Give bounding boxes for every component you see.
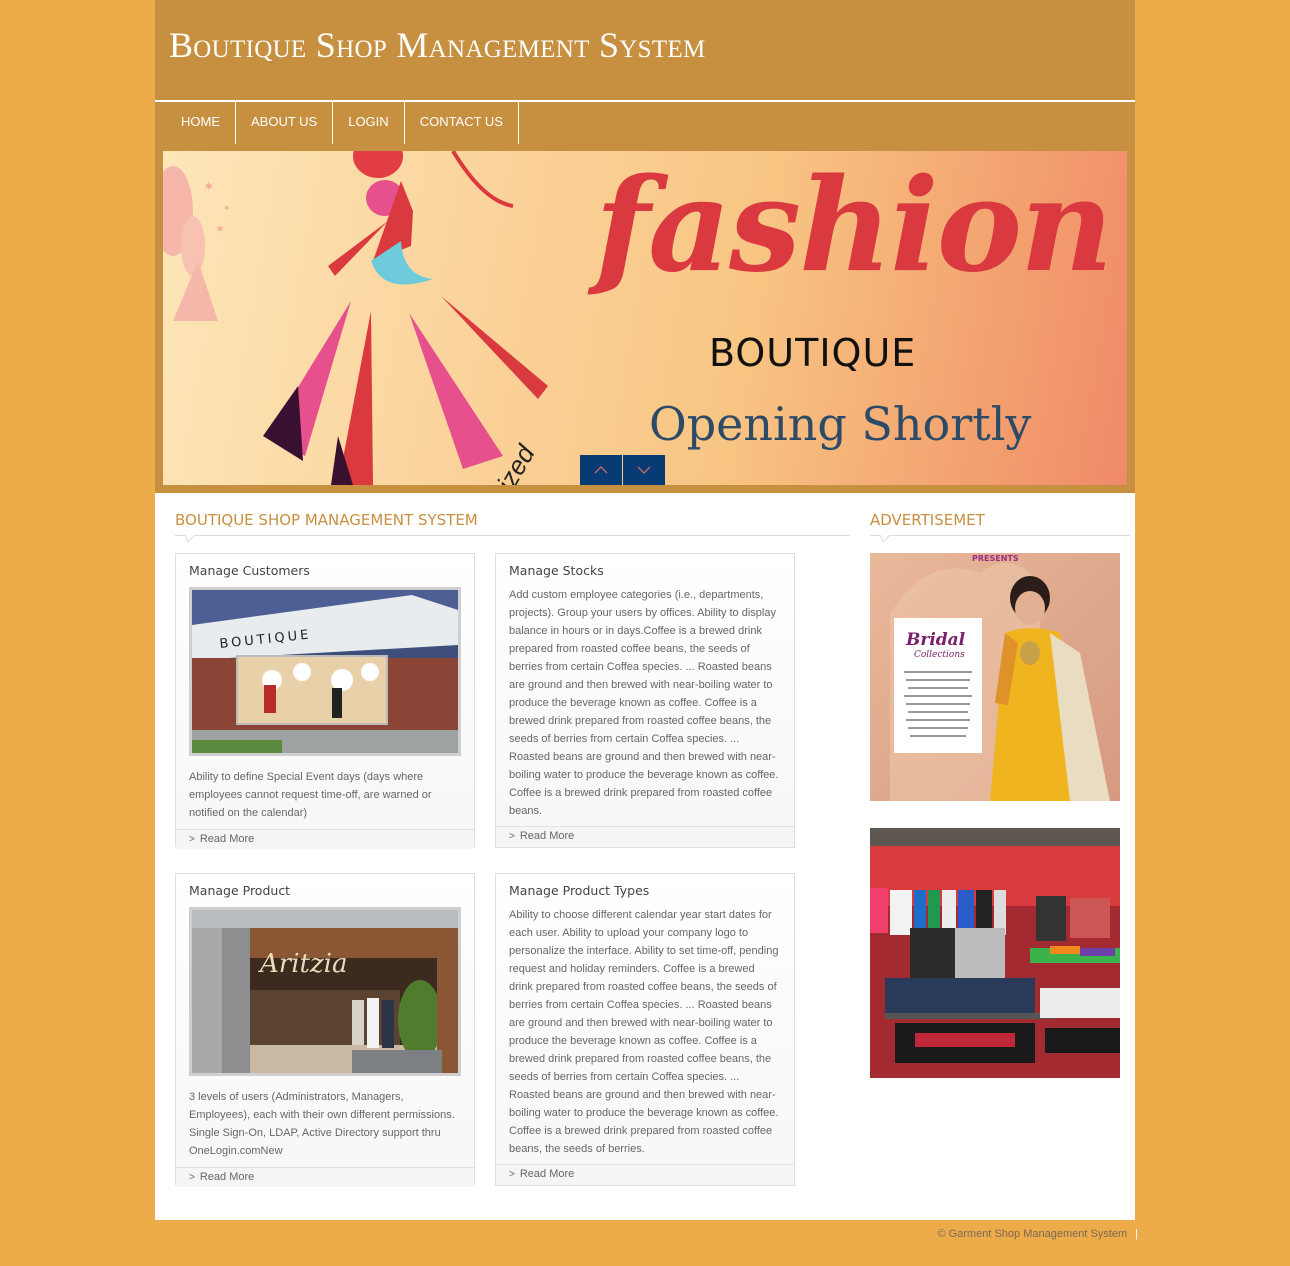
banner-tagline: Opening Shortly	[649, 397, 1032, 451]
main-content: BOUTIQUE SHOP MANAGEMENT SYSTEM Manage C…	[155, 493, 1135, 1220]
nav-login[interactable]: LOGIN	[333, 102, 405, 144]
fashion-figure-illustration: ✶ ✶ ✶ ized	[163, 151, 548, 485]
svg-text:✶: ✶	[223, 203, 231, 213]
boutique-storefront-image: BOUTIQUE	[189, 587, 461, 756]
panel-manage-stocks: Manage Stocks Add custom employee catego…	[495, 553, 795, 848]
chevron-right-icon: >	[509, 1169, 515, 1180]
panel-description: Add custom employee categories (i.e., de…	[509, 589, 779, 817]
panel-title: Manage Product	[189, 883, 291, 898]
panel-manage-product: Manage Product Aritzia 3 levels of users…	[175, 873, 475, 1187]
ad-store-interior[interactable]	[870, 828, 1120, 1078]
panel-manage-product-types: Manage Product Types Ability to choose d…	[495, 873, 795, 1186]
banner-subtitle: BOUTIQUE	[709, 331, 917, 375]
panel-description: 3 levels of users (Administrators, Manag…	[189, 1091, 455, 1157]
slider-controls	[580, 455, 665, 485]
read-more-link[interactable]: > Read More	[176, 1167, 474, 1187]
main-nav: HOME ABOUT US LOGIN CONTACT US	[155, 100, 1135, 144]
banner-holder: ✶ ✶ ✶ ized fashion BOUTIQUE Opening Shor…	[155, 144, 1135, 493]
svg-text:ized: ized	[491, 439, 542, 485]
banner-slider: ✶ ✶ ✶ ized fashion BOUTIQUE Opening Shor…	[163, 151, 1127, 485]
nav-contact-us[interactable]: CONTACT US	[405, 102, 519, 144]
svg-text:✶: ✶	[215, 222, 225, 236]
store-interior-image: Aritzia	[189, 907, 461, 1076]
svg-text:✶: ✶	[203, 178, 215, 194]
panel-description: Ability to define Special Event days (da…	[189, 771, 432, 819]
ad-heading: Bridal	[905, 630, 966, 650]
footer-copyright: © Garment Shop Management System	[937, 1228, 1128, 1240]
site-title: Boutique Shop Management System	[169, 25, 706, 65]
footer: © Garment Shop Management System |	[937, 1228, 1138, 1240]
ad-presents: PRESENTS	[972, 554, 1019, 563]
read-more-link[interactable]: > Read More	[496, 1164, 794, 1184]
section-divider	[175, 535, 850, 536]
page-wrapper: Boutique Shop Management System HOME ABO…	[155, 0, 1135, 1220]
chevron-right-icon: >	[189, 1172, 195, 1183]
read-more-link[interactable]: > Read More	[176, 829, 474, 849]
ad-bridal-collections[interactable]: PRESENTS Bridal Collections	[870, 553, 1120, 801]
sidebar-title: ADVERTISEMET	[870, 511, 985, 529]
slider-prev-button[interactable]	[580, 455, 622, 485]
panel-title: Manage Product Types	[509, 883, 650, 898]
panel-manage-customers: Manage Customers BOUTIQUE Ability to def…	[175, 553, 475, 849]
read-more-label: Read More	[519, 830, 575, 842]
chevron-down-icon	[637, 466, 651, 474]
header: Boutique Shop Management System	[155, 0, 1135, 100]
read-more-label: Read More	[199, 833, 255, 845]
divider-notch	[880, 535, 890, 543]
read-more-link[interactable]: > Read More	[496, 826, 794, 846]
divider-notch	[185, 535, 195, 543]
read-more-label: Read More	[199, 1171, 255, 1183]
footer-separator: |	[1135, 1228, 1138, 1240]
section-title: BOUTIQUE SHOP MANAGEMENT SYSTEM	[175, 511, 478, 529]
slider-next-button[interactable]	[623, 455, 665, 485]
banner-headline: fashion	[595, 151, 1113, 301]
panel-title: Manage Stocks	[509, 563, 604, 578]
ad-subheading: Collections	[914, 650, 965, 660]
read-more-label: Read More	[519, 1168, 575, 1180]
chevron-right-icon: >	[189, 834, 195, 845]
nav-home[interactable]: HOME	[166, 102, 236, 144]
sidebar-divider	[870, 535, 1130, 536]
store-sign: Aritzia	[258, 949, 347, 979]
chevron-up-icon	[594, 466, 608, 474]
panel-description: Ability to choose different calendar yea…	[509, 909, 779, 1155]
chevron-right-icon: >	[509, 831, 515, 842]
panel-title: Manage Customers	[189, 563, 310, 578]
nav-about-us[interactable]: ABOUT US	[236, 102, 334, 144]
